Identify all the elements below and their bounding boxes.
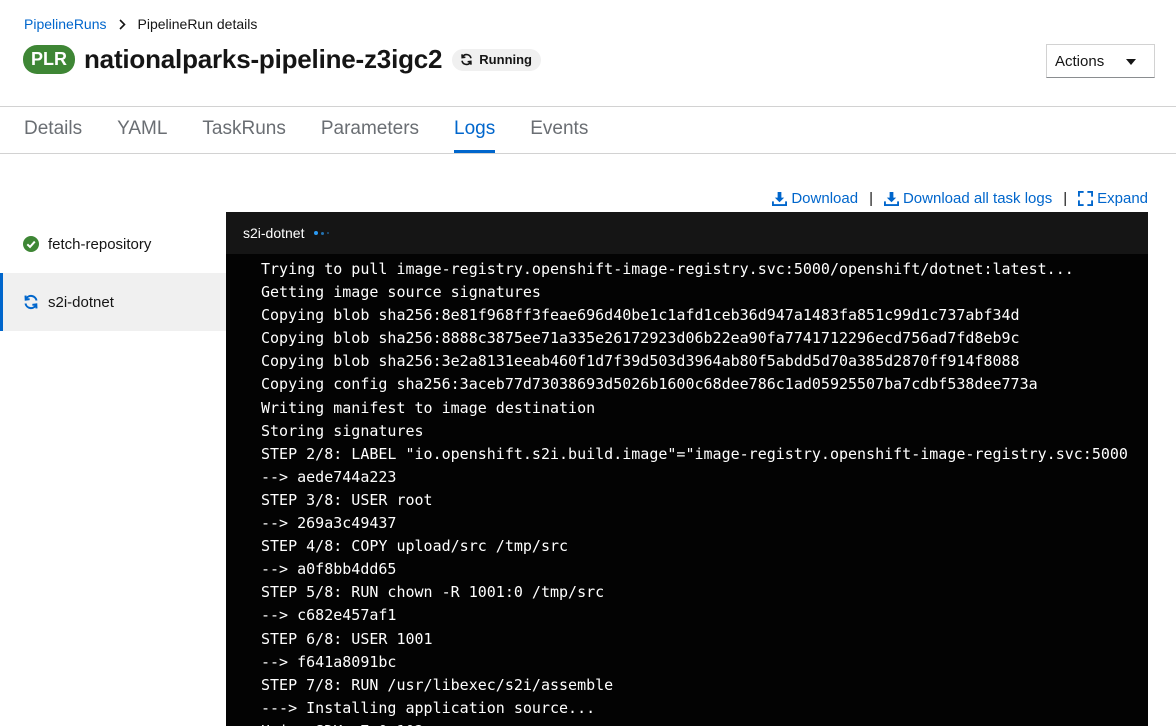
download-icon [772,191,788,206]
download-link[interactable]: Download [772,190,858,207]
log-line: --> f641a8091bc [261,652,397,671]
expand-label: Expand [1097,190,1148,207]
log-line: Getting image source signatures [261,283,541,302]
sync-icon [24,294,38,310]
sync-icon [461,53,473,66]
log-line: STEP 2/8: LABEL "io.openshift.s2i.build.… [261,444,1128,463]
separator: | [869,190,873,207]
download-all-link[interactable]: Download all task logs [883,190,1053,207]
log-task-name: s2i-dotnet [243,225,305,241]
tab-events[interactable]: Events [530,106,588,153]
status-label: Running [479,52,533,67]
step-s2i-dotnet[interactable]: s2i-dotnet [0,273,226,331]
log-line: ---> Installing application source... [261,698,596,717]
log-viewer[interactable]: s2i-dotnet Trying to pull image-registry… [226,212,1148,726]
log-line: Writing manifest to image destination [261,398,596,417]
log-line: STEP 5/8: RUN chown -R 1001:0 /tmp/src [261,583,605,602]
tab-parameters[interactable]: Parameters [321,106,419,153]
breadcrumb: PipelineRuns PipelineRun details [24,16,257,32]
log-line: --> a0f8bb4dd65 [261,560,397,579]
log-actions: Download | Download all task logs | Expa… [772,190,1148,207]
log-line: Copying blob sha256:3e2a8131eeab460f1d7f… [261,352,1020,371]
breadcrumb-current: PipelineRun details [137,16,258,32]
log-header: s2i-dotnet [226,212,1148,254]
actions-label: Actions [1055,52,1105,70]
tab-yaml[interactable]: YAML [117,106,167,153]
page-title: nationalparks-pipeline-z3igc2 [84,44,443,74]
log-line: STEP 3/8: USER root [261,490,433,509]
log-line: Storing signatures [261,421,424,440]
page-header: PLR nationalparks-pipeline-z3igc2 Runnin… [23,44,542,75]
log-line: --> c682e457af1 [261,606,397,625]
log-line: STEP 6/8: USER 1001 [261,629,433,648]
expand-link[interactable]: Expand [1078,190,1148,207]
log-line: Copying blob sha256:8888c3875ee71a335e26… [261,329,1020,348]
tab-taskruns[interactable]: TaskRuns [202,106,285,153]
separator: | [1063,190,1068,207]
log-line: --> aede744a223 [261,467,397,486]
expand-icon [1078,191,1094,206]
check-circle-icon [23,236,39,252]
log-line: STEP 7/8: RUN /usr/libexec/s2i/assemble [261,675,614,694]
status-badge: Running [452,48,542,71]
divider [0,153,1176,154]
step-label: fetch-repository [48,235,152,253]
log-line: Using SDK: 7.0.102 [261,720,1148,726]
loading-dots-icon [314,231,332,235]
breadcrumb-pipelineruns-link[interactable]: PipelineRuns [24,16,107,32]
step-label: s2i-dotnet [48,293,114,311]
task-step-list: fetch-repository s2i-dotnet [0,215,226,331]
log-output: Trying to pull image-registry.openshift-… [226,254,1148,726]
step-fetch-repository[interactable]: fetch-repository [0,215,226,273]
download-all-label: Download all task logs [902,190,1053,207]
log-line: Copying config sha256:3aceb77d73038693d5… [261,375,1038,394]
caret-down-icon [1126,59,1136,65]
download-label: Download [791,190,859,207]
tab-bar: Details YAML TaskRuns Parameters Logs Ev… [24,106,623,153]
log-line: --> 269a3c49437 [261,514,397,533]
log-line: STEP 4/8: COPY upload/src /tmp/src [261,537,569,556]
tab-logs[interactable]: Logs [454,106,496,153]
chevron-right-icon [118,18,126,30]
resource-badge: PLR [23,45,75,74]
actions-dropdown[interactable]: Actions [1046,44,1155,78]
log-line: Copying blob sha256:8e81f968ff3feae696d4… [261,306,1020,325]
tab-details[interactable]: Details [24,106,82,153]
download-icon [883,191,899,206]
log-line: Trying to pull image-registry.openshift-… [261,260,1074,278]
